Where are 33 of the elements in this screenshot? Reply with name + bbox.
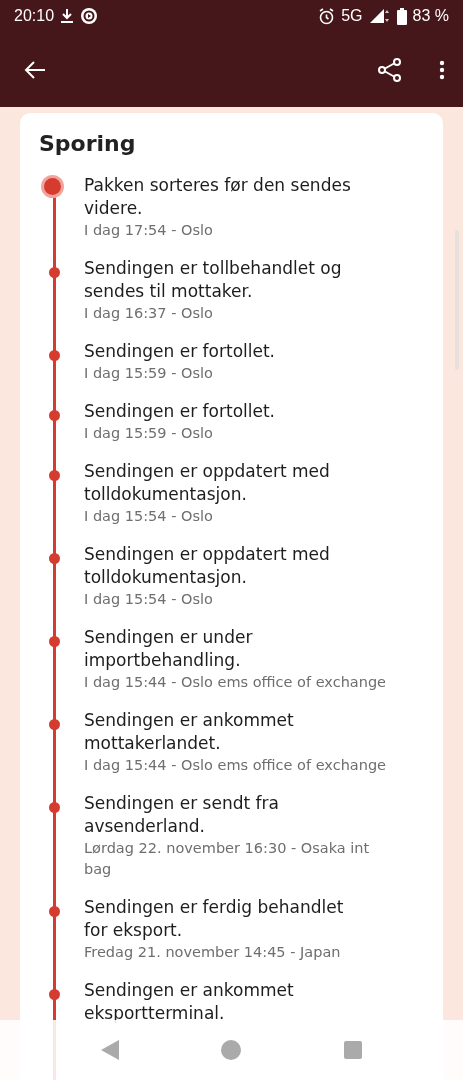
card-title: Sporing <box>39 131 137 156</box>
battery-percent: 83 % <box>412 7 449 25</box>
event-text: Sendingen er sendt fra avsenderland. <box>84 792 280 838</box>
event-text: Sendingen er oppdatert med tolldokumentasjon. <box>84 543 331 589</box>
battery-icon <box>396 7 407 25</box>
record-icon <box>80 7 99 25</box>
event-meta: I dag 15:44 - Oslo ems office of exchange <box>84 756 388 775</box>
event-text: Sendingen er ankommet mottakerlandet. <box>84 709 295 755</box>
network-label: 5G <box>341 7 363 25</box>
signal-icon <box>368 8 391 24</box>
event-text: Sendingen er fortollet. <box>84 400 276 423</box>
event-text: Sendingen er fortollet. <box>84 340 276 363</box>
event-meta: I dag 17:54 - Oslo <box>84 221 214 240</box>
event-meta: I dag 16:37 - Oslo <box>84 304 214 323</box>
download-icon <box>60 8 75 24</box>
event-text: Sendingen er tollbehandlet og sendes til mottaker. <box>84 257 343 303</box>
event-meta: I dag 15:54 - Oslo <box>84 507 214 526</box>
event-text: Sendingen er ferdig behandlet for eksport. <box>84 896 345 942</box>
event-meta: I dag 15:59 - Oslo <box>84 364 214 383</box>
share-icon <box>377 56 403 83</box>
alarm-icon <box>318 7 336 25</box>
more-vertical-icon <box>439 59 445 80</box>
event-text: Sendingen er oppdatert med tolldokumentasjon. <box>84 460 331 506</box>
event-meta: I dag 15:59 - Oslo <box>84 424 214 443</box>
event-meta: I dag 15:44 - Oslo ems office of exchange <box>84 673 388 692</box>
event-meta: Fredag 21. november 14:45 - Japan <box>84 943 342 962</box>
clock-time: 20:10 <box>14 7 55 25</box>
event-meta: I dag 15:54 - Oslo <box>84 590 214 609</box>
event-meta: Lørdag 22. november 16:30 - Osaka int bag <box>84 839 371 879</box>
event-text: Sendingen er ankommet eksportterminal. <box>84 979 295 1025</box>
event-text: Sendingen er under importbehandling. <box>84 626 254 672</box>
event-text: Pakken sorteres før den sendes videre. <box>84 174 352 220</box>
arrow-left-icon <box>24 59 46 80</box>
